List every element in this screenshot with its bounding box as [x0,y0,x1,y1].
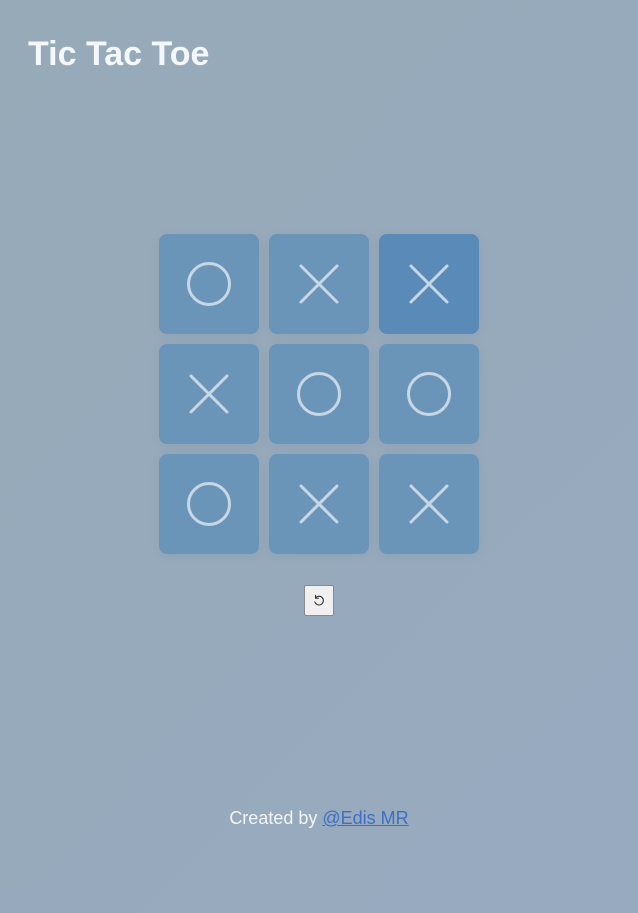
footer-prefix: Created by [229,808,323,828]
x-mark-icon [409,264,449,304]
app-title: Tic Tac Toe [28,35,210,73]
board-cell-6[interactable] [379,344,479,444]
board-cell-5[interactable] [269,344,369,444]
game-board [159,234,479,554]
board-cell-8[interactable] [269,454,369,554]
board-cell-7[interactable] [159,454,259,554]
x-mark-icon [299,264,339,304]
o-mark-icon [187,482,231,526]
o-mark-icon [407,372,451,416]
x-mark-icon [189,374,229,414]
x-mark-icon [409,484,449,524]
board-cell-9[interactable] [379,454,479,554]
reset-button[interactable] [304,585,334,616]
author-link[interactable]: @Edis MR [322,808,408,828]
o-mark-icon [187,262,231,306]
board-cell-2[interactable] [269,234,369,334]
x-mark-icon [299,484,339,524]
footer-credit: Created by @Edis MR [0,806,638,830]
board-cell-4[interactable] [159,344,259,444]
board-cell-3[interactable] [379,234,479,334]
o-mark-icon [297,372,341,416]
board-cell-1[interactable] [159,234,259,334]
undo-icon [314,594,324,605]
